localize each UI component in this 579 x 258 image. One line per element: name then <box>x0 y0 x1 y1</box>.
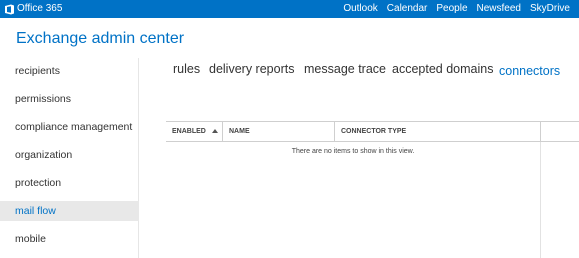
sidebar-item-mail-flow[interactable]: mail flow <box>0 201 139 221</box>
empty-table-message: There are no items to show in this view. <box>291 148 415 155</box>
sort-ascending-icon <box>212 129 218 133</box>
sidebar: recipients permissions compliance manage… <box>0 58 139 258</box>
table-header: ENABLED NAME CONNECTOR TYPE <box>166 122 579 142</box>
sidebar-item-recipients[interactable]: recipients <box>0 61 139 81</box>
top-nav: Outlook Calendar People Newsfeed SkyDriv… <box>334 0 570 18</box>
nav-newsfeed[interactable]: Newsfeed <box>477 0 521 18</box>
office-logo-icon <box>5 4 14 14</box>
tab-connectors[interactable]: connectors <box>499 64 560 78</box>
sidebar-item-mobile[interactable]: mobile <box>0 229 139 249</box>
column-label-enabled: ENABLED <box>172 128 206 135</box>
details-pane-divider <box>540 142 541 258</box>
tab-accepted-domains[interactable]: accepted domains <box>392 62 493 76</box>
sidebar-item-permissions[interactable]: permissions <box>0 89 139 109</box>
brand-label: Office 365 <box>17 3 63 14</box>
top-bar: Office 365 Outlook Calendar People Newsf… <box>0 0 579 18</box>
column-label-connector-type: CONNECTOR TYPE <box>341 128 407 135</box>
tab-message-trace[interactable]: message trace <box>304 62 386 76</box>
column-header-spacer <box>541 122 579 142</box>
nav-skydrive[interactable]: SkyDrive <box>530 0 570 18</box>
page-title: Exchange admin center <box>16 30 185 47</box>
nav-calendar[interactable]: Calendar <box>387 0 428 18</box>
sidebar-item-protection[interactable]: protection <box>0 173 139 193</box>
nav-outlook[interactable]: Outlook <box>343 0 377 18</box>
column-header-enabled[interactable]: ENABLED <box>166 122 223 142</box>
nav-people[interactable]: People <box>436 0 467 18</box>
sidebar-item-organization[interactable]: organization <box>0 145 139 165</box>
column-label-name: NAME <box>229 128 250 135</box>
office365-brand[interactable]: Office 365 <box>4 2 62 16</box>
tab-delivery-reports[interactable]: delivery reports <box>209 62 294 76</box>
column-header-name[interactable]: NAME <box>223 122 335 142</box>
sidebar-item-compliance-management[interactable]: compliance management <box>0 117 139 137</box>
tab-rules[interactable]: rules <box>173 62 200 76</box>
column-header-connector-type[interactable]: CONNECTOR TYPE <box>335 122 541 142</box>
